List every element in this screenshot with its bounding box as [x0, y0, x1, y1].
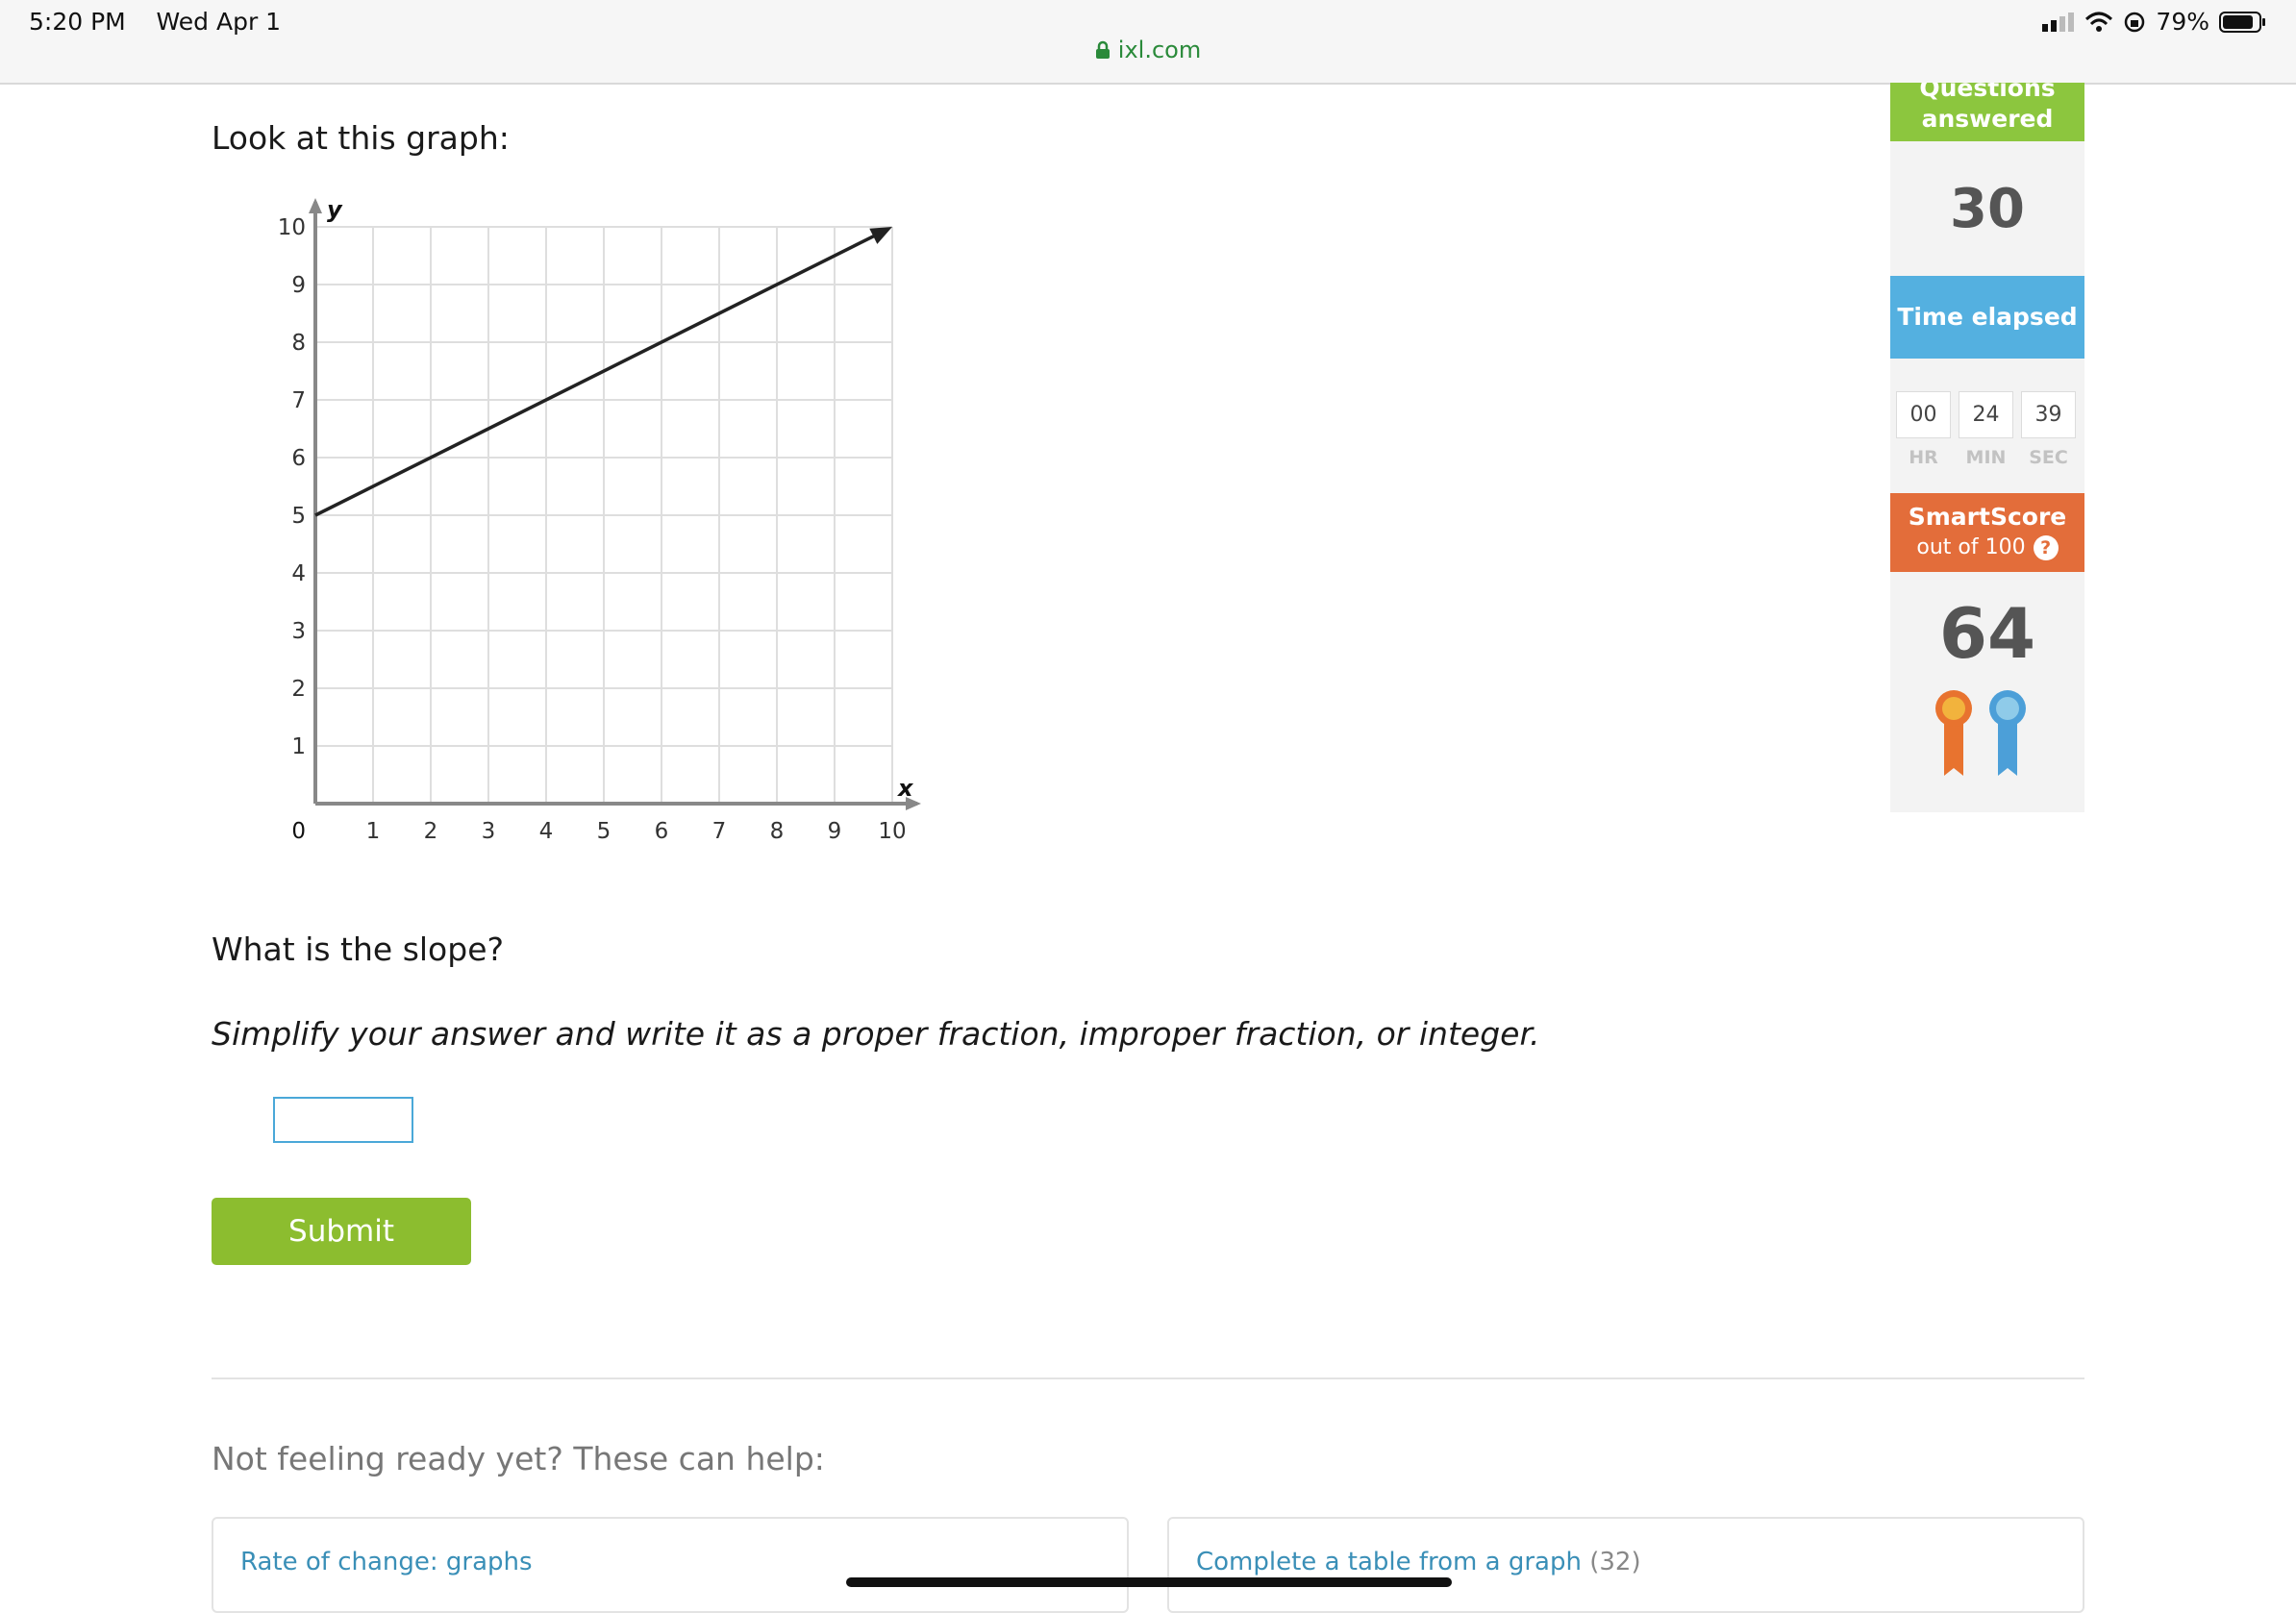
cellular-signal-icon [2042, 12, 2075, 32]
orientation-lock-icon [2125, 12, 2145, 32]
award-ribbons [1935, 690, 2026, 776]
seconds-unit: SEC [2029, 447, 2068, 468]
status-bar: 5:20 PM Wed Apr 1 79% ixl.com [0, 0, 2296, 85]
seconds-value: 39 [2021, 391, 2076, 438]
y-tick-label: 3 [291, 619, 306, 644]
time-elapsed-panel: 00 24 39 HR MIN SEC [1890, 359, 2084, 493]
x-tick-label: 4 [539, 819, 554, 844]
help-link-rate-of-change[interactable]: Rate of change: graphs [240, 1548, 533, 1576]
y-tick-label: 1 [291, 734, 306, 759]
x-tick-label: 3 [482, 819, 496, 844]
battery-percent: 79% [2156, 8, 2209, 36]
help-card-complete-table[interactable]: Complete a table from a graph (32) [1167, 1517, 2084, 1613]
x-axis-label: x [897, 775, 914, 802]
smartscore-value: 64 [1938, 593, 2036, 674]
y-tick-label: 4 [291, 561, 306, 586]
help-link-complete-table[interactable]: Complete a table from a graph (32) [1196, 1548, 1641, 1576]
hours-value: 00 [1896, 391, 1951, 438]
help-title: Not feeling ready yet? These can help: [212, 1440, 825, 1477]
smartscore-panel: 64 [1890, 572, 2084, 812]
help-card-rate-of-change[interactable]: Rate of change: graphs [212, 1517, 1129, 1613]
x-tick-label: 5 [597, 819, 611, 844]
y-tick-label: 10 [278, 215, 306, 240]
address-bar[interactable]: ixl.com [0, 37, 2296, 63]
answer-hint: Simplify your answer and write it as a p… [212, 1015, 1540, 1053]
answer-input[interactable] [273, 1097, 413, 1143]
status-icons: 79% [2042, 8, 2267, 36]
series-line [314, 231, 882, 517]
y-tick-label: 9 [291, 273, 306, 298]
x-tick-label: 8 [770, 819, 785, 844]
smartscore-header: SmartScore out of 100 ? [1890, 493, 2084, 572]
y-tick-label: 8 [291, 331, 306, 356]
x-tick-label: 1 [366, 819, 381, 844]
blue-ribbon-icon [1989, 690, 2026, 776]
minutes-unit: MIN [1965, 447, 2007, 468]
x-tick-label: 6 [655, 819, 669, 844]
divider [212, 1377, 2084, 1379]
time-elapsed-label: Time elapsed [1897, 303, 2078, 331]
time-elapsed-header[interactable]: Time elapsed [1890, 276, 2084, 359]
help-link-label: Complete a table from a graph [1196, 1548, 1582, 1576]
y-axis-arrow-icon [309, 198, 322, 213]
y-axis-label: y [327, 196, 343, 223]
smartscore-sub-label: out of 100 [1916, 535, 2026, 559]
lock-icon [1095, 40, 1110, 59]
clock-date: Wed Apr 1 [156, 8, 282, 36]
y-tick-label: 6 [291, 446, 306, 471]
wifi-icon [2085, 12, 2113, 32]
help-link-label: Rate of change: graphs [240, 1548, 533, 1576]
submit-button[interactable]: Submit [212, 1198, 471, 1265]
x-tick-label: 9 [828, 819, 842, 844]
x-tick-label: 10 [878, 819, 906, 844]
smartscore-subtitle: out of 100 ? [1890, 533, 2084, 563]
battery-icon [2219, 11, 2265, 33]
home-indicator[interactable] [846, 1577, 1452, 1587]
x-tick-label: 7 [712, 819, 727, 844]
questions-answered-label: Questions answered [1919, 83, 2056, 133]
origin-label: 0 [291, 819, 306, 844]
hours-unit: HR [1909, 447, 1938, 468]
questions-answered-value: 30 [1890, 141, 2084, 276]
question-prompt: Look at this graph: [212, 119, 510, 157]
slope-question: What is the slope? [212, 931, 505, 968]
orange-ribbon-icon [1935, 690, 1972, 776]
line-graph: x y 1 2 3 4 5 6 7 8 9 10 1 2 3 4 5 6 7 8 9 10 0 [278, 196, 921, 844]
stats-sidebar: Questions answered 30 Time elapsed 00 24… [1890, 83, 2084, 812]
url-text: ixl.com [1117, 37, 1202, 63]
help-icon[interactable]: ? [2033, 535, 2059, 560]
x-tick-label: 2 [424, 819, 438, 844]
questions-answered-header: Questions answered [1890, 83, 2084, 141]
minutes-value: 24 [1959, 391, 2013, 438]
y-tick-label: 2 [291, 677, 306, 702]
clock-time: 5:20 PM [29, 8, 126, 36]
help-link-count: (32) [1589, 1548, 1641, 1576]
y-tick-label: 5 [291, 504, 306, 529]
status-time: 5:20 PM Wed Apr 1 [29, 8, 281, 36]
smartscore-label: SmartScore [1908, 503, 2067, 531]
y-tick-label: 7 [291, 388, 306, 413]
